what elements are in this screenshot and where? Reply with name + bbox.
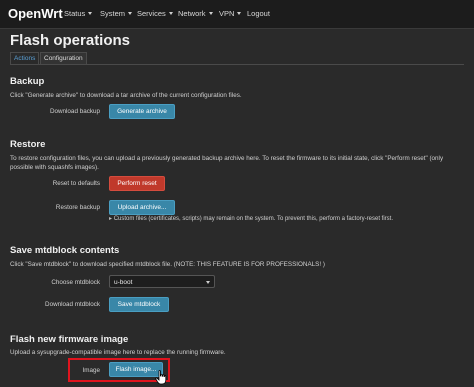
perform-reset-button[interactable]: Perform reset — [109, 176, 165, 191]
nav-network[interactable]: Network — [178, 9, 213, 18]
tab-actions[interactable]: Actions — [10, 52, 40, 64]
nav-services[interactable]: Services — [137, 9, 173, 18]
backup-description: Click "Generate archive" to download a t… — [10, 92, 242, 99]
top-navbar: OpenWrt Status System Services Network V… — [0, 0, 474, 29]
reset-defaults-label: Reset to defaults — [52, 180, 100, 187]
mtdblock-description: Click "Save mtdblock" to download specif… — [10, 261, 325, 268]
nav-network-label: Network — [178, 9, 206, 18]
mtdblock-section-title: Save mtdblock contents — [10, 245, 120, 256]
brand-logo[interactable]: OpenWrt — [8, 6, 63, 21]
chevron-down-icon — [206, 281, 210, 284]
chevron-down-icon — [168, 11, 173, 15]
chevron-down-icon — [88, 11, 93, 15]
page-title: Flash operations — [10, 32, 131, 49]
download-backup-label: Download backup — [49, 108, 100, 115]
upload-archive-note: ▸ Custom files (certificates, scripts) m… — [109, 215, 459, 224]
tab-divider — [10, 64, 464, 65]
upload-note-text: Custom files (certificates, scripts) may… — [113, 216, 393, 222]
backup-section-title: Backup — [10, 76, 45, 87]
download-mtdblock-label: Download mtdblock — [45, 301, 100, 308]
restore-description: To restore configuration files, you can … — [10, 155, 444, 171]
restore-backup-label: Restore backup — [55, 204, 100, 211]
nav-status-label: Status — [64, 9, 86, 18]
nav-vpn-label: VPN — [219, 9, 235, 18]
tab-configuration[interactable]: Configuration — [40, 52, 87, 64]
chevron-down-icon — [128, 11, 133, 15]
mtdblock-select[interactable]: u-boot — [109, 275, 215, 288]
chevron-down-icon — [237, 11, 242, 15]
nav-services-label: Services — [137, 9, 166, 18]
nav-status[interactable]: Status — [64, 9, 93, 18]
nav-system-label: System — [100, 9, 126, 18]
nav-vpn[interactable]: VPN — [219, 9, 242, 18]
nav-logout-label: Logout — [247, 9, 270, 18]
save-mtdblock-button[interactable]: Save mtdblock — [109, 297, 169, 312]
flash-section-title: Flash new firmware image — [10, 334, 129, 345]
chevron-down-icon — [208, 11, 213, 15]
flash-description: Upload a sysupgrade-compatible image her… — [10, 349, 226, 356]
upload-archive-button[interactable]: Upload archive... — [109, 200, 175, 215]
restore-section-title: Restore — [10, 139, 46, 150]
choose-mtdblock-label: Choose mtdblock — [51, 279, 100, 286]
generate-archive-button[interactable]: Generate archive — [109, 104, 175, 119]
nav-system[interactable]: System — [100, 9, 133, 18]
nav-logout[interactable]: Logout — [247, 9, 270, 18]
mtdblock-selected-value: u-boot — [114, 279, 133, 286]
hand-cursor-icon — [155, 370, 167, 385]
